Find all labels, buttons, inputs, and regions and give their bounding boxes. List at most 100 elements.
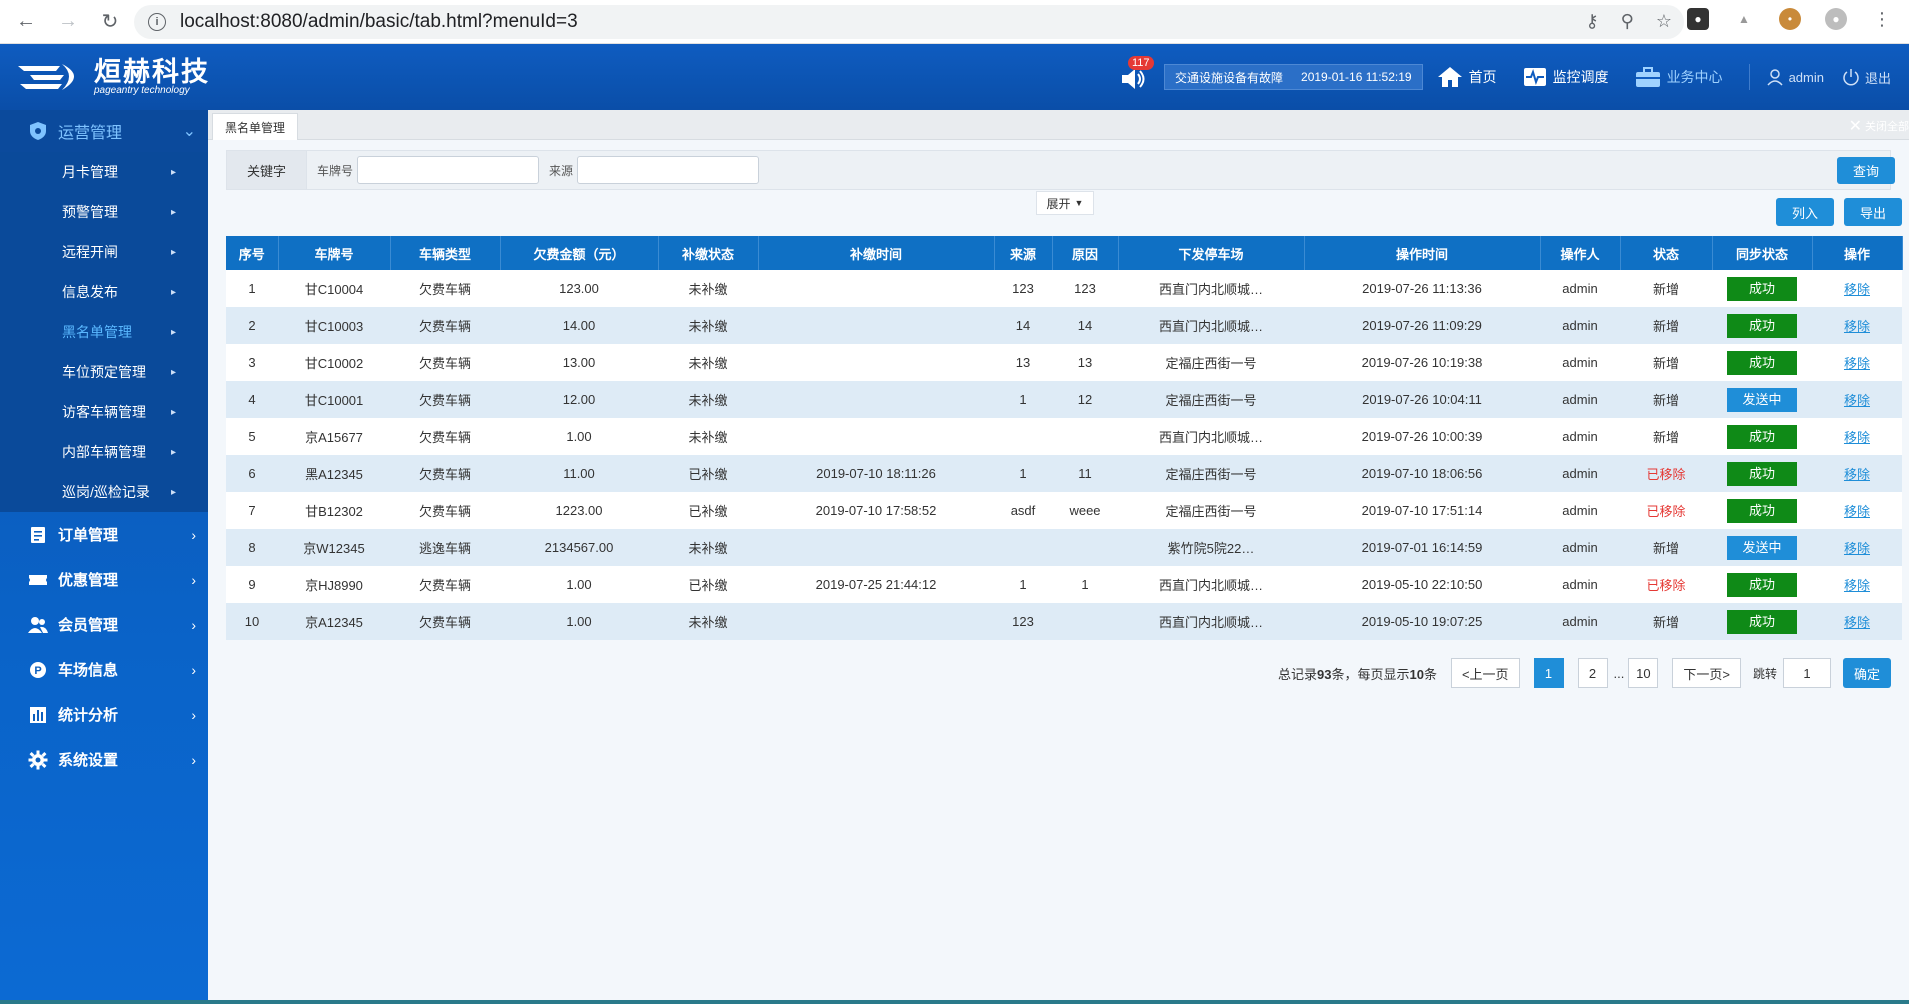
reload-icon[interactable]: ↻ (94, 6, 126, 38)
sidebar-subitem-space-booking[interactable]: 车位预定管理 ▸ (0, 352, 208, 392)
remove-link[interactable]: 移除 (1844, 282, 1870, 297)
sidebar-subitem-warning[interactable]: 预警管理 ▸ (0, 192, 208, 232)
cookie-icon[interactable]: • (1779, 8, 1801, 30)
sidebar-subitem-internal-vehicle[interactable]: 内部车辆管理 ▸ (0, 432, 208, 472)
jump-page-input[interactable]: 1 (1783, 658, 1831, 688)
sidebar-item-statistics[interactable]: 统计分析 › (0, 692, 208, 737)
sidebar-subitem-label: 访客车辆管理 (62, 404, 146, 420)
remove-link[interactable]: 移除 (1844, 356, 1870, 371)
remove-link[interactable]: 移除 (1844, 467, 1870, 482)
remove-link[interactable]: 移除 (1844, 319, 1870, 334)
source-label: 来源 (549, 163, 574, 178)
alert-time: 2019-01-16 11:52:19 (1301, 70, 1412, 84)
expand-button[interactable]: 展开 ▼ (1036, 191, 1094, 215)
filter-bar: 关键字 车牌号 来源 (226, 150, 1891, 190)
sidebar-item-members[interactable]: 会员管理 › (0, 602, 208, 647)
page-button[interactable]: 2 (1577, 658, 1608, 688)
extension-icon[interactable]: ● (1687, 8, 1709, 30)
sidebar-subitem-visitor-vehicle[interactable]: 访客车辆管理 ▸ (0, 392, 208, 432)
plate-input[interactable] (357, 156, 540, 184)
prev-page-button[interactable]: <上一页 (1450, 658, 1520, 688)
table-cell: admin (1562, 392, 1598, 407)
sidebar-item-operations[interactable]: 运营管理 ⌄ (0, 110, 208, 152)
table-row: 4 甘C10001 欠费车辆 12.00 未补缴 1 12 定福庄西街一号 2019-07-26… (226, 381, 1902, 418)
sidebar-subitem-patrol-record[interactable]: 巡岗/巡检记录 ▸ (0, 472, 208, 512)
table-cell: 13 (1015, 355, 1031, 370)
chevron-right-icon: › (191, 706, 196, 723)
table-cell: 甘C10002 (304, 356, 364, 371)
export-button[interactable]: 导出 (1844, 198, 1902, 226)
info-icon[interactable]: i (148, 13, 166, 31)
sidebar-subitem-monthly-card[interactable]: 月卡管理 ▸ (0, 152, 208, 192)
table-cell: 西直门内北顺城… (1158, 282, 1263, 297)
address-bar[interactable]: i localhost:8080/admin/basic/tab.html?me… (134, 5, 1684, 39)
table-cell: admin (1562, 540, 1598, 555)
star-icon[interactable]: ☆ (1656, 11, 1672, 32)
column-header: 操作 (1812, 236, 1903, 270)
nav-home[interactable]: 首页 (1437, 65, 1497, 89)
chevron-right-icon: › (191, 661, 196, 678)
jump-confirm-button[interactable]: 确定 (1843, 658, 1891, 688)
url-text[interactable]: localhost:8080/admin/basic/tab.html?menu… (180, 11, 578, 33)
shield-icon (30, 122, 46, 140)
summary-mid: 条，每页显示 (1331, 666, 1410, 682)
table-cell: 13.00 (562, 355, 596, 370)
table-cell: 2019-07-10 18:11:26 (816, 466, 936, 481)
close-all-tabs-button[interactable]: ✕ 关闭全部 (1849, 116, 1909, 136)
sidebar-item-orders[interactable]: 订单管理 › (0, 512, 208, 557)
remove-link[interactable]: 移除 (1844, 578, 1870, 593)
table-cell: 未补缴 (688, 393, 728, 408)
nav-business[interactable]: 业务中心 (1635, 66, 1723, 88)
table-cell: 新增 (1620, 344, 1712, 381)
remove-link[interactable]: 移除 (1844, 504, 1870, 519)
record-summary: 总记录93条，每页显示10条 (1278, 664, 1437, 683)
page-button[interactable]: 1 (1533, 658, 1564, 688)
user-menu[interactable]: admin (1766, 68, 1824, 86)
remove-link[interactable]: 移除 (1844, 541, 1870, 556)
speaker-icon[interactable]: 117 (1118, 56, 1154, 94)
table-cell: 123 (1012, 281, 1034, 296)
bottom-strip (0, 1000, 1909, 1004)
logout-button[interactable]: 退出 (1842, 68, 1891, 87)
source-input[interactable] (577, 156, 760, 184)
alert-ticker[interactable]: 交通设施设备有故障 2019-01-16 11:52:19 (1164, 64, 1423, 90)
tab-blacklist[interactable]: 黑名单管理 (212, 113, 299, 140)
table-cell: 12 (1077, 392, 1093, 407)
menu-dots-icon[interactable]: ⋮ (1871, 8, 1893, 30)
page-button[interactable]: 10 (1628, 658, 1659, 688)
remove-link[interactable]: 移除 (1844, 615, 1870, 630)
table-cell: 11 (1078, 466, 1092, 481)
nav-monitor[interactable]: 监控调度 (1523, 66, 1609, 88)
next-page-button[interactable]: 下一页> (1672, 658, 1741, 688)
sidebar-subitem-info-publish[interactable]: 信息发布 ▸ (0, 272, 208, 312)
sidebar-item-parking-info[interactable]: P 车场信息 › (0, 647, 208, 692)
table-cell: asdf (1010, 503, 1036, 518)
sidebar-subitem-blacklist[interactable]: 黑名单管理 ▸ (0, 312, 208, 352)
table-row: 2 甘C10003 欠费车辆 14.00 未补缴 14 14 西直门内北顺城… 2019-07-… (226, 307, 1902, 344)
total-count: 93 (1316, 666, 1332, 682)
table-cell: 西直门内北顺城… (1158, 319, 1263, 334)
table-cell: 紫竹院5院22… (1167, 541, 1255, 556)
sidebar-subitem-remote-gate[interactable]: 远程开闸 ▸ (0, 232, 208, 272)
forward-icon[interactable]: → (52, 6, 84, 38)
back-icon[interactable]: ← (10, 6, 42, 38)
sidebar-item-discounts[interactable]: 优惠管理 › (0, 557, 208, 602)
chevron-right-icon: › (191, 526, 196, 543)
extension-icon[interactable]: ▲ (1733, 8, 1755, 30)
table-cell: 2134567.00 (544, 540, 614, 555)
logo: 烜赫科技 pageantry technology (16, 58, 210, 96)
query-button[interactable]: 查询 (1837, 157, 1895, 184)
key-icon[interactable]: ⚷ (1585, 11, 1598, 32)
ticket-icon (29, 574, 47, 585)
table-cell: 已补缴 (688, 467, 728, 482)
sidebar-item-settings[interactable]: 系统设置 › (0, 737, 208, 782)
remove-link[interactable]: 移除 (1844, 430, 1870, 445)
header-divider (1748, 64, 1750, 90)
status-text: 新增 (1652, 541, 1679, 556)
enlist-button[interactable]: 列入 (1776, 198, 1834, 226)
column-header: 下发停车场 (1118, 236, 1305, 270)
parking-icon: P (30, 661, 46, 678)
avatar-icon[interactable]: ● (1825, 8, 1847, 30)
remove-link[interactable]: 移除 (1844, 393, 1870, 408)
zoom-icon[interactable]: ⚲ (1621, 11, 1634, 32)
